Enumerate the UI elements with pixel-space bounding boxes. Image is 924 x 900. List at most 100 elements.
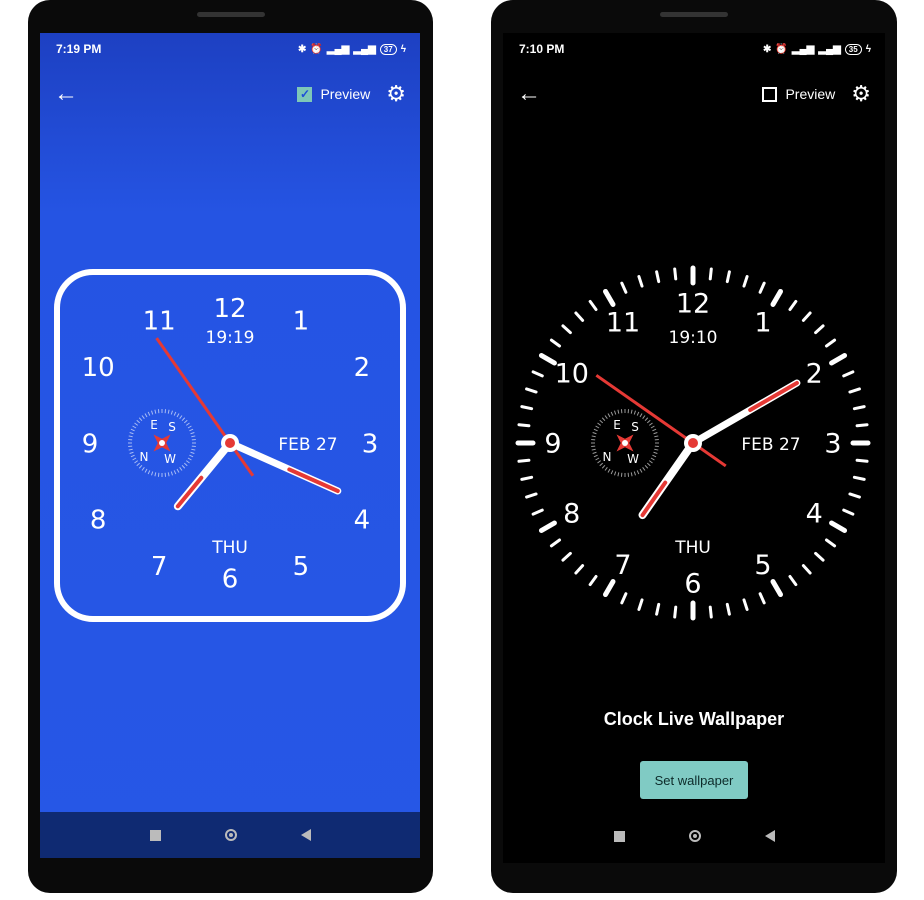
minute-tick [655, 270, 661, 284]
compass-tick [642, 466, 646, 471]
compass-tick [170, 410, 173, 415]
hour-tick [829, 520, 848, 533]
minute-tick [517, 458, 531, 463]
back-nav-icon[interactable] [300, 829, 311, 841]
minute-tick [824, 538, 837, 548]
speaker [660, 12, 728, 17]
compass-tick [614, 410, 617, 415]
compass-tick [642, 415, 646, 420]
clock-number: 10 [82, 353, 115, 383]
minute-hand-tip [748, 381, 799, 412]
compass-tick [170, 471, 173, 476]
compass-tick [130, 454, 135, 458]
compass-tick [648, 422, 653, 426]
compass-tick [610, 470, 614, 475]
compass-tick [144, 468, 148, 473]
compass-tick [154, 472, 157, 477]
clock-number: 3 [362, 429, 379, 459]
compass-tick [650, 425, 655, 429]
speaker [196, 12, 265, 17]
minute-tick [848, 387, 861, 394]
minute-tick [855, 423, 869, 428]
compass-tick [639, 413, 643, 418]
compass-tick [144, 413, 148, 418]
minute-tick [574, 311, 585, 322]
compass-tick [617, 472, 620, 477]
compass-tick [654, 448, 659, 451]
date-label: FEB 27 [278, 435, 337, 455]
clock-number: 2 [806, 359, 823, 390]
compass-tick [592, 432, 597, 435]
compass-tick [132, 457, 137, 461]
minute-tick [531, 508, 544, 516]
compass-tick [187, 457, 192, 461]
compass-tick [595, 425, 600, 429]
compass-tick [190, 432, 195, 435]
compass-tick [646, 419, 651, 424]
clock-number: 11 [606, 307, 640, 338]
compass-tick [181, 464, 186, 469]
compass-center [159, 440, 165, 446]
recents-icon[interactable] [613, 830, 625, 842]
compass-tick [151, 410, 154, 415]
recents-icon[interactable] [149, 829, 161, 841]
compass-letter: W [627, 452, 639, 466]
minute-tick [549, 338, 562, 348]
hour-hand-tip [175, 475, 204, 509]
compass-tick [129, 451, 134, 454]
hour-tick [538, 353, 557, 366]
compass-tick [183, 462, 188, 467]
digital-time: 19:19 [206, 328, 255, 348]
compass-tick [636, 411, 640, 416]
compass-tick [591, 448, 596, 451]
home-icon[interactable] [688, 830, 701, 842]
day-label: THU [674, 538, 711, 558]
day-label: THU [211, 538, 248, 558]
compass-tick [653, 432, 658, 435]
compass-tick [604, 415, 608, 420]
hour-tick [770, 579, 783, 598]
compass-tick [185, 422, 190, 426]
compass-tick [646, 462, 651, 467]
clock-number: 6 [684, 569, 701, 600]
minute-tick [852, 405, 866, 411]
hour-tick [603, 579, 616, 598]
wallpaper-title: Clock Live Wallpaper [603, 709, 785, 729]
compass-tick [191, 448, 196, 451]
minute-tick [637, 275, 644, 288]
minute-tick [561, 551, 572, 562]
minute-tick [525, 492, 538, 499]
clock-face-square: 12 123456789101119:19FEB 27THUE SN W [54, 269, 406, 622]
compass-tick [138, 417, 143, 422]
minute-tick [824, 338, 837, 348]
compass-tick [601, 417, 606, 422]
set-wallpaper-button[interactable]: Set wallpaper [640, 761, 748, 799]
minute-tick [520, 475, 534, 481]
minute-tick [758, 281, 766, 294]
compass-tick [639, 468, 643, 473]
clock-number: 9 [82, 429, 99, 459]
compass-tick [653, 451, 658, 454]
back-nav-icon[interactable] [764, 830, 775, 842]
clock-number: 11 [143, 307, 176, 337]
compass-tick [597, 460, 602, 464]
compass-tick [130, 428, 135, 432]
minute-tick [531, 370, 544, 378]
compass-tick [138, 464, 143, 469]
minute-tick [788, 574, 798, 587]
home-icon[interactable] [224, 829, 237, 841]
nav-bar [503, 813, 885, 859]
clock-number: 4 [354, 505, 371, 535]
left-phone: 7:19 PM ✱ ⏰ ▂▄▆ ▂▄▆ 37 ϟ ← ✓ Preview ⚙ 1… [28, 0, 433, 893]
compass-tick [599, 419, 604, 424]
compass-tick [179, 415, 183, 420]
minute-tick [620, 592, 628, 605]
compass-tick [614, 471, 617, 476]
compass-tick [610, 411, 614, 416]
compass-tick [607, 468, 611, 473]
compass-tick [607, 413, 611, 418]
compass-tick [141, 466, 145, 471]
compass-tick [652, 454, 657, 458]
compass-tick [630, 409, 633, 414]
compass-letter: E [150, 418, 158, 432]
